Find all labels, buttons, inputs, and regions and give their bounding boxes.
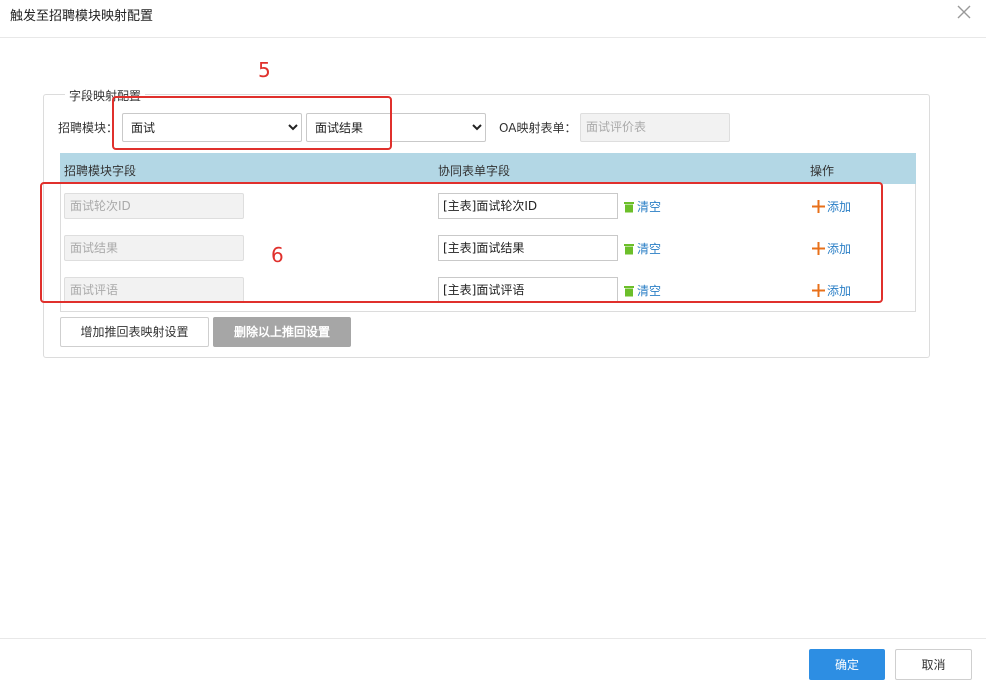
add-pushback-setting-button[interactable]: 增加推回表映射设置 bbox=[60, 317, 209, 347]
ok-button[interactable]: 确定 bbox=[809, 649, 885, 680]
col-operation: 操作 bbox=[810, 164, 835, 178]
mapping-table-header: 招聘模块字段 协同表单字段 操作 bbox=[60, 153, 916, 184]
col-form-field: 协同表单字段 bbox=[438, 164, 511, 178]
annotation-box-6 bbox=[40, 182, 883, 303]
dialog-footer: 确定 取消 bbox=[0, 638, 986, 686]
annotation-box-5 bbox=[112, 96, 392, 150]
cancel-button[interactable]: 取消 bbox=[895, 649, 972, 680]
oa-form-label: OA映射表单： bbox=[499, 121, 577, 135]
annotation-label-6: 6 bbox=[271, 243, 284, 267]
col-module-field: 招聘模块字段 bbox=[64, 164, 137, 178]
annotation-label-5: 5 bbox=[258, 58, 271, 82]
close-icon[interactable] bbox=[956, 4, 972, 20]
delete-pushback-setting-button[interactable]: 删除以上推回设置 bbox=[213, 317, 351, 347]
oa-form-field[interactable]: 面试评价表 bbox=[580, 113, 730, 142]
dialog-title: 触发至招聘模块映射配置 bbox=[10, 9, 154, 24]
module-label: 招聘模块： bbox=[58, 121, 119, 135]
dialog-header: 触发至招聘模块映射配置 bbox=[0, 0, 986, 38]
